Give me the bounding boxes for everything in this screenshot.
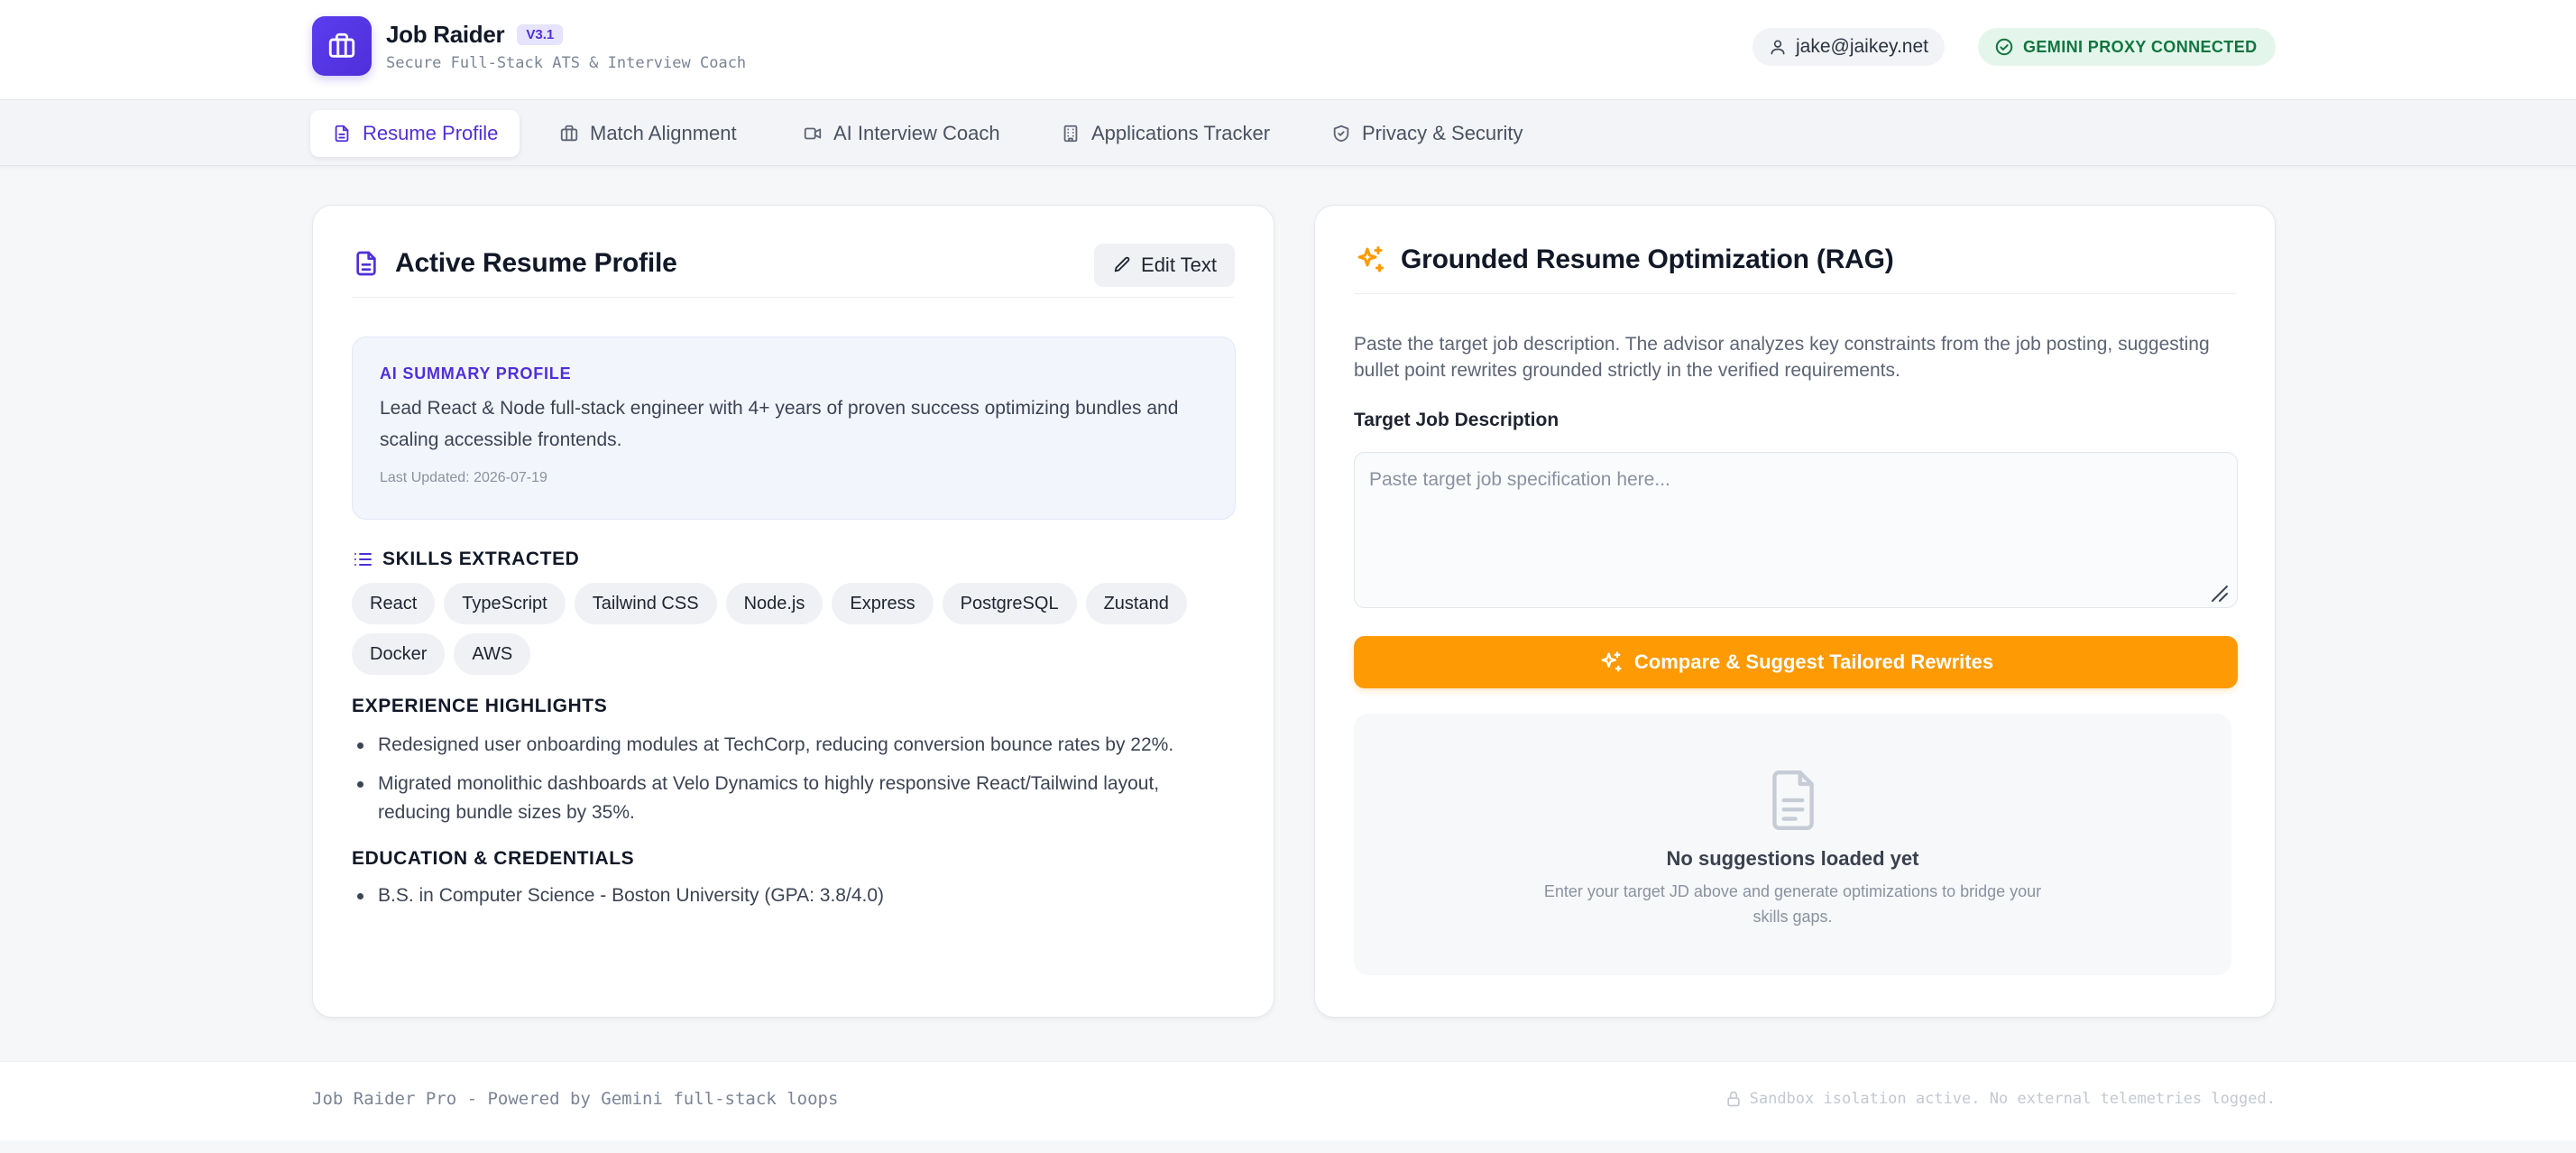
app-name: Job Raider bbox=[386, 20, 505, 48]
tab-label: Applications Tracker bbox=[1091, 122, 1271, 144]
tab-label: Privacy & Security bbox=[1362, 122, 1523, 144]
skill-chip: Docker bbox=[352, 633, 446, 675]
job-description-input[interactable] bbox=[1354, 452, 2238, 608]
skill-chip: Zustand bbox=[1085, 583, 1187, 624]
skill-chip: AWS bbox=[454, 633, 531, 675]
tab-resume-profile[interactable]: Resume Profile bbox=[310, 110, 520, 157]
list-icon bbox=[354, 553, 372, 566]
resume-profile-card: Active Resume Profile Edit Text AI SUMMA… bbox=[312, 205, 1274, 1018]
experience-item: Redesigned user onboarding modules at Te… bbox=[352, 731, 1218, 760]
empty-state-subtitle: Enter your target JD above and generate … bbox=[1543, 882, 2042, 926]
app-header: Job Raider V3.1 Secure Full-Stack ATS & … bbox=[0, 0, 2576, 99]
skills-title-text: SKILLS EXTRACTED bbox=[382, 549, 580, 569]
skills-section-title: SKILLS EXTRACTED bbox=[352, 549, 579, 570]
document-icon bbox=[1772, 770, 1814, 831]
tab-privacy-security[interactable]: Privacy & Security bbox=[1310, 110, 1545, 157]
tab-label: Resume Profile bbox=[363, 122, 499, 144]
skill-chip: PostgreSQL bbox=[942, 583, 1077, 624]
tab-applications-tracker[interactable]: Applications Tracker bbox=[1039, 110, 1292, 157]
education-list: B.S. in Computer Science - Boston Univer… bbox=[352, 881, 1218, 920]
last-updated-text: Last Updated: 2026-07-19 bbox=[380, 470, 547, 485]
skill-chip: Tailwind CSS bbox=[574, 583, 717, 624]
experience-list: Redesigned user onboarding modules at Te… bbox=[352, 731, 1218, 837]
sparkles-icon bbox=[1357, 245, 1384, 272]
user-email: jake@jaikey.net bbox=[1796, 36, 1928, 57]
tab-match-alignment[interactable]: Match Alignment bbox=[538, 110, 759, 157]
tab-ai-interview-coach[interactable]: AI Interview Coach bbox=[781, 110, 1022, 157]
main-tabs: Resume Profile Match Alignment AI Interv… bbox=[0, 99, 2576, 166]
empty-state-title: No suggestions loaded yet bbox=[1666, 847, 1919, 870]
footer-powered-by: Job Raider Pro - Powered by Gemini full-… bbox=[312, 1089, 839, 1109]
suggestions-empty-state: No suggestions loaded yet Enter your tar… bbox=[1354, 714, 2231, 975]
sparkles-icon bbox=[1601, 651, 1622, 672]
building-icon bbox=[1063, 125, 1078, 143]
briefcase-icon bbox=[560, 125, 578, 142]
skill-chip: Node.js bbox=[725, 583, 823, 624]
briefcase-logo-icon bbox=[312, 16, 372, 76]
resume-card-title: Active Resume Profile bbox=[395, 247, 677, 278]
tab-label: Match Alignment bbox=[590, 122, 737, 144]
app-footer: Job Raider Pro - Powered by Gemini full-… bbox=[0, 1061, 2576, 1140]
skill-chip: Express bbox=[832, 583, 934, 624]
footer-sandbox-text: Sandbox isolation active. No external te… bbox=[1749, 1090, 2276, 1108]
experience-section-title: EXPERIENCE HIGHLIGHTS bbox=[352, 696, 608, 716]
rag-optimization-card: Grounded Resume Optimization (RAG) Paste… bbox=[1314, 205, 2276, 1018]
user-account-pill[interactable]: jake@jaikey.net bbox=[1753, 28, 1945, 66]
skill-chip: React bbox=[352, 583, 436, 624]
edit-text-label: Edit Text bbox=[1141, 254, 1217, 276]
document-icon bbox=[335, 125, 349, 143]
app-subtitle: Secure Full-Stack ATS & Interview Coach bbox=[386, 53, 747, 72]
summary-text: Lead React & Node full-stack engineer wi… bbox=[380, 398, 1179, 450]
video-camera-icon bbox=[804, 127, 822, 140]
skill-chip: TypeScript bbox=[444, 583, 566, 624]
rag-description: Paste the target job description. The ad… bbox=[1354, 334, 2210, 381]
user-icon bbox=[1771, 40, 1785, 55]
skills-chip-list: React TypeScript Tailwind CSS Node.js Ex… bbox=[352, 583, 1218, 684]
experience-item: Migrated monolithic dashboards at Velo D… bbox=[352, 770, 1218, 827]
footer-sandbox-status: Sandbox isolation active. No external te… bbox=[1725, 1090, 2276, 1108]
jd-field-label: Target Job Description bbox=[1354, 410, 1559, 430]
edit-text-button[interactable]: Edit Text bbox=[1094, 244, 1235, 287]
rag-card-title: Grounded Resume Optimization (RAG) bbox=[1401, 244, 1894, 274]
compare-suggest-button[interactable]: Compare & Suggest Tailored Rewrites bbox=[1354, 636, 2238, 688]
check-circle-icon bbox=[1995, 38, 2013, 56]
resume-card-header: Active Resume Profile Edit Text bbox=[352, 244, 1235, 298]
connection-status-text: GEMINI PROXY CONNECTED bbox=[2023, 37, 2258, 56]
education-section-title: EDUCATION & CREDENTIALS bbox=[352, 848, 635, 869]
resize-handle-icon[interactable] bbox=[2209, 583, 2229, 603]
connection-status-badge: GEMINI PROXY CONNECTED bbox=[1978, 28, 2276, 66]
shield-icon bbox=[1333, 125, 1349, 143]
compare-suggest-label: Compare & Suggest Tailored Rewrites bbox=[1633, 650, 1994, 673]
tab-label: AI Interview Coach bbox=[833, 122, 1000, 144]
brand: Job Raider V3.1 Secure Full-Stack ATS & … bbox=[312, 16, 746, 76]
rag-card-header: Grounded Resume Optimization (RAG) bbox=[1354, 240, 2236, 294]
document-icon bbox=[356, 251, 376, 275]
lock-icon bbox=[1726, 1091, 1740, 1107]
education-item: B.S. in Computer Science - Boston Univer… bbox=[352, 881, 1218, 910]
pencil-icon bbox=[1114, 256, 1130, 272]
summary-label: AI SUMMARY PROFILE bbox=[380, 364, 572, 383]
version-badge: V3.1 bbox=[517, 23, 564, 45]
ai-summary-box: AI SUMMARY PROFILE Lead React & Node ful… bbox=[352, 337, 1236, 520]
